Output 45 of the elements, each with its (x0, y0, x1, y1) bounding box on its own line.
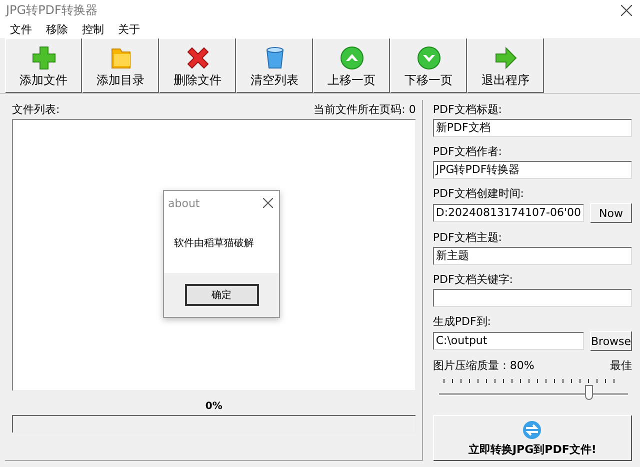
text-field[interactable]: 新主题 (432, 247, 632, 265)
toolbar-button[interactable]: 上移一页 (313, 38, 390, 93)
text-field[interactable]: C:\output (432, 332, 584, 350)
menu-item[interactable]: 关于 (118, 22, 140, 37)
menu-item[interactable]: 移除 (46, 22, 68, 37)
down-arrow-circle-icon (416, 45, 442, 71)
text-field[interactable]: 新PDF文档 (432, 119, 632, 137)
best-label: 最佳 (610, 358, 632, 373)
toolbar-button[interactable]: 添加目录 (82, 38, 159, 93)
refresh-arrows-icon (521, 419, 544, 441)
toolbar-button[interactable]: 下移一页 (390, 38, 467, 93)
field-label: 生成PDF到: (432, 314, 492, 329)
field-button[interactable]: Browse (590, 331, 632, 351)
close-icon[interactable] (621, 4, 632, 16)
right-arrow-icon (492, 45, 518, 71)
text-field[interactable]: D:20240813174107-06'00 (432, 204, 584, 222)
field-button[interactable]: Now (590, 203, 632, 223)
ok-button[interactable]: 确定 (184, 284, 258, 306)
toolbar-button[interactable]: 清空列表 (236, 38, 313, 93)
menu-item[interactable]: 文件 (10, 22, 32, 37)
window-title: JPG转PDF转换器 (6, 2, 98, 19)
field-label: PDF文档标题: (432, 102, 503, 117)
menu-item[interactable]: 控制 (82, 22, 104, 37)
dialog-message: 软件由稻草猫破解 (174, 238, 254, 249)
dialog-title: about (168, 196, 200, 210)
toolbar-button[interactable]: 删除文件 (159, 38, 236, 93)
close-icon[interactable] (263, 198, 273, 208)
field-label: PDF文档关键字: (432, 272, 514, 287)
plus-icon (30, 45, 56, 71)
up-arrow-circle-icon (338, 45, 364, 71)
slider-track[interactable] (438, 393, 628, 396)
toolbar-button[interactable]: 添加文件 (5, 38, 82, 93)
field-label: PDF文档作者: (432, 144, 503, 159)
file-list-label: 文件列表: (12, 102, 60, 117)
progress-reading: 0% (205, 401, 222, 412)
text-field[interactable]: JPG转PDF转换器 (432, 161, 632, 179)
slider-thumb[interactable] (585, 385, 594, 400)
convert-button[interactable]: 立即转换JPG到PDF文件! (432, 415, 632, 461)
text-field[interactable] (432, 289, 632, 307)
field-label: PDF文档主题: (432, 230, 503, 245)
toolbar-button[interactable]: 退出程序 (467, 38, 544, 93)
page-number-label: 当前文件所在页码: 0 (314, 102, 416, 117)
quality-label: 图片压缩质量：80% (432, 358, 534, 373)
field-label: PDF文档创建时间: (432, 186, 525, 201)
cross-icon (184, 45, 210, 71)
